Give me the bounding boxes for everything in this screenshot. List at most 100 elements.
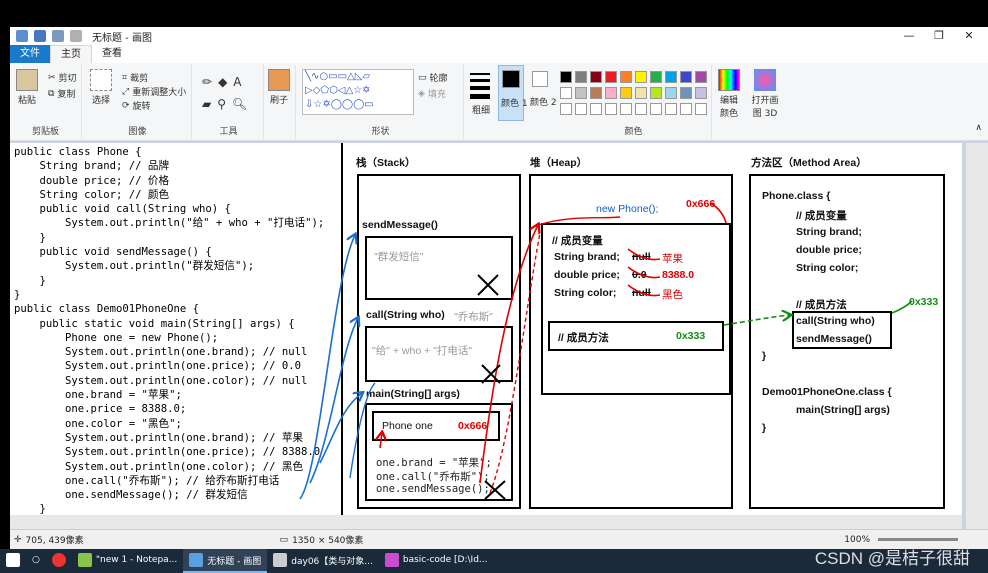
color-swatch[interactable] [590,87,602,99]
color-swatch[interactable] [620,71,632,83]
color-swatch[interactable] [680,87,692,99]
tools-row-1: ✏ ◆ A [202,75,242,89]
rotate-button[interactable]: ⟳ 旋转 [122,99,151,113]
ribbon-collapse-icon[interactable]: ∧ [975,123,982,133]
color1-swatch [502,70,520,88]
save-icon[interactable] [34,30,46,42]
vertical-scrollbar[interactable] [966,143,988,529]
outline-button[interactable]: ▭ 轮廓 [418,71,448,85]
select-icon [90,69,112,91]
paint3d-button[interactable]: 打开画图 3D [750,69,780,119]
custom-color-slot[interactable] [590,103,602,115]
custom-color-slot[interactable] [605,103,617,115]
fill-label: 填充 [427,90,446,100]
size-button[interactable]: 粗细 [466,65,494,139]
cut-button[interactable]: ✂ 剪切 [48,71,77,85]
resize-button[interactable]: ⤢ 重新调整大小 [122,85,187,99]
color1-button[interactable]: 颜色 1 [498,65,528,121]
color-swatch[interactable] [635,71,647,83]
search-icon: ○ [32,555,40,565]
taskbar-notepad-label: "new 1 - Notepa... [95,555,178,565]
color-swatch[interactable] [620,87,632,99]
brush-group[interactable]: 刷子 [266,65,296,139]
size-line-1 [470,73,490,75]
custom-color-slot[interactable] [695,103,707,115]
drawing-canvas[interactable]: public class Phone { String brand; // 品牌… [10,143,962,515]
color-swatch[interactable] [560,71,572,83]
copy-button[interactable]: ⧉ 复制 [48,87,76,101]
custom-color-slot[interactable] [620,103,632,115]
color-picker-icon[interactable]: ⚲ [217,97,226,111]
color-swatch[interactable] [605,87,617,99]
crop-label: 裁剪 [130,74,149,84]
paint3d-icon [754,69,776,91]
color-swatch[interactable] [605,71,617,83]
taskbar-item-typora[interactable]: day06【类与对象... [267,549,379,573]
color-swatch[interactable] [650,71,662,83]
redo-icon[interactable] [70,30,82,42]
color-swatch[interactable] [665,87,677,99]
color-swatch[interactable] [665,71,677,83]
copy-label: 复制 [57,90,76,100]
color-swatch[interactable] [575,71,587,83]
magnifier-icon[interactable]: 🔍︎ [232,97,247,111]
fill-icon[interactable]: ◆ [218,75,227,89]
clipboard-group: 粘贴 ✂ 剪切 ⧉ 复制 剪贴板 [10,65,82,139]
zoom-slider[interactable] [878,538,958,541]
size-line-3 [470,86,490,90]
pencil-icon[interactable]: ✏ [202,75,212,89]
custom-color-slot[interactable] [635,103,647,115]
paint-app-icon [16,30,28,42]
taskbar-item-paint[interactable]: 无标题 - 画图 [183,549,268,573]
shapes-gallery[interactable]: ╲∿○▭▭△◺▱ ▷◇⬠⬡◁△☆✡ ⇩☆✡◯◯◯▭ [302,69,414,115]
custom-color-slot[interactable] [650,103,662,115]
paint3d-label: 打开画图 3D [751,96,779,119]
color2-button[interactable]: 颜色 2 [528,65,557,121]
taskbar-item-idea[interactable]: basic-code [D:\Id... [379,549,494,573]
colors-group-label: 颜色 [624,127,643,137]
custom-color-slot[interactable] [560,103,572,115]
resize-label: 重新调整大小 [132,88,187,98]
tab-view[interactable]: 查看 [92,45,132,63]
custom-color-slot[interactable] [575,103,587,115]
edit-colors-button[interactable]: 编辑颜色 [716,69,742,119]
window-controls: — ❐ ✕ [894,27,984,45]
close-icon[interactable]: ✕ [954,27,984,45]
size-line-2 [470,79,490,82]
color-swatch[interactable] [695,71,707,83]
taskbar-item-notepad[interactable]: "new 1 - Notepa... [72,549,183,573]
color-swatch[interactable] [575,87,587,99]
undo-icon[interactable] [52,30,64,42]
color-swatch[interactable] [695,87,707,99]
color-swatch[interactable] [590,71,602,83]
maximize-icon[interactable]: ❐ [924,27,954,45]
eraser-icon[interactable]: ▰ [202,97,211,111]
minimize-icon[interactable]: — [894,27,924,45]
top-bar [0,0,988,27]
color-swatch[interactable] [560,87,572,99]
taskbar-paint-label: 无标题 - 画图 [207,556,262,567]
color-swatch[interactable] [650,87,662,99]
method-link-arrow [723,300,913,326]
crop-button[interactable]: ⌗ 裁剪 [122,71,149,85]
fill-button[interactable]: ◈ 填充 [418,87,446,101]
tab-home[interactable]: 主页 [50,45,92,63]
shapes-group-label: 形状 [371,127,390,137]
custom-color-slot[interactable] [680,103,692,115]
resize-icon: ⤢ [122,86,130,97]
brush-button[interactable]: 刷子 [268,69,290,106]
tab-file[interactable]: 文件 [10,45,50,63]
start-button[interactable] [0,549,26,573]
rotate-icon: ⟳ [122,100,130,111]
color-swatch[interactable] [635,87,647,99]
select-button[interactable]: 选择 [90,69,112,106]
custom-color-slot[interactable] [665,103,677,115]
search-button[interactable]: ○ [26,549,46,573]
tools-group: ✏ ◆ A ▰ ⚲ 🔍︎ 工具 [194,65,264,139]
chrome-button[interactable] [46,549,72,573]
color-swatch[interactable] [680,71,692,83]
tools-row-2: ▰ ⚲ 🔍︎ [202,97,247,111]
text-icon[interactable]: A [233,75,241,89]
paste-button[interactable]: 粘贴 [16,69,38,106]
horizontal-scrollbar[interactable] [10,515,962,529]
